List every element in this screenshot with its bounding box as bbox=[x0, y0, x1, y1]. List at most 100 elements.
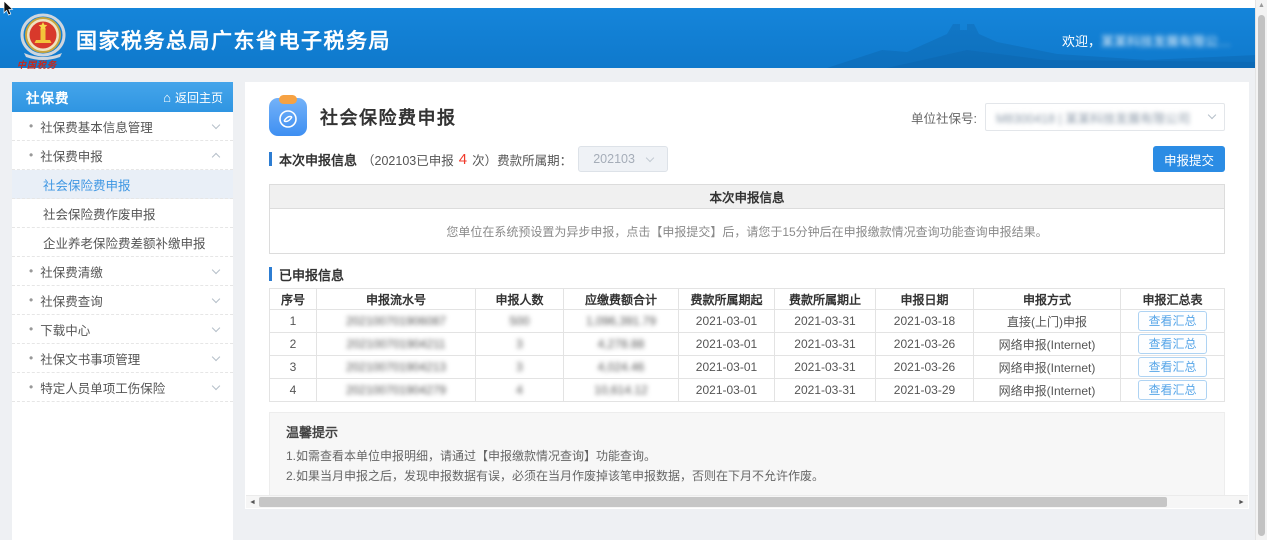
fee-period-select-disabled[interactable]: 202103 bbox=[578, 146, 668, 172]
cell-serial: 202100701904211 bbox=[317, 333, 476, 356]
bullet-icon: • bbox=[29, 380, 33, 394]
declare-count-suffix: 次）费款所属期： bbox=[472, 150, 572, 169]
cell-summary: 查看汇总 bbox=[1121, 379, 1225, 402]
submit-declaration-button[interactable]: 申报提交 bbox=[1153, 146, 1225, 172]
sidebar-item-special-injury-insurance[interactable]: • 特定人员单项工伤保险 bbox=[12, 373, 233, 402]
cell-method: 网络申报(Internet) bbox=[974, 356, 1121, 379]
view-summary-button[interactable]: 查看汇总 bbox=[1138, 357, 1206, 377]
col-header-date: 申报日期 bbox=[876, 289, 974, 310]
scroll-up-arrow-icon[interactable]: ▲ bbox=[1256, 2, 1267, 9]
cell-date: 2021-03-29 bbox=[876, 379, 974, 402]
sidebar-item-fee-declaration-group[interactable]: • 社保费申报 bbox=[12, 141, 233, 170]
declare-info-label: 本次申报信息 bbox=[279, 150, 357, 169]
accent-bar bbox=[269, 267, 272, 281]
async-declaration-message: 您单位在系统预设置为异步申报，点击【申报提交】后，请您于15分钟后在申报缴款情况… bbox=[270, 209, 1224, 253]
fee-period-value: 202103 bbox=[593, 152, 635, 166]
sidebar-title: 社保费 bbox=[26, 87, 163, 107]
table-header-row: 序号 申报流水号 申报人数 应缴费额合计 费款所属期起 费款所属期止 申报日期 … bbox=[270, 289, 1225, 310]
declared-info-section-row: 已申报信息 bbox=[269, 264, 1225, 284]
vertical-scrollbar-thumb[interactable] bbox=[1258, 15, 1265, 536]
cell-summary: 查看汇总 bbox=[1121, 310, 1225, 333]
cell-index: 2 bbox=[270, 333, 317, 356]
col-header-period-end: 费款所属期止 bbox=[775, 289, 876, 310]
cell-method: 网络申报(Internet) bbox=[974, 379, 1121, 402]
table-row: 1 202100701906087 500 1,096,391.79 2021-… bbox=[270, 310, 1225, 333]
cell-people: 4 bbox=[476, 379, 564, 402]
return-home-link[interactable]: ⌂ 返回主页 bbox=[163, 89, 223, 106]
sidebar-item-social-insurance-declaration[interactable]: 社会保险费申报 bbox=[12, 170, 233, 199]
scroll-left-arrow-icon[interactable]: ◄ bbox=[246, 499, 259, 506]
bullet-icon: • bbox=[29, 148, 33, 162]
chevron-down-icon bbox=[212, 323, 220, 331]
site-title: 国家税务总局广东省电子税务局 bbox=[76, 25, 391, 55]
cell-method: 直接(上门)申报 bbox=[974, 310, 1121, 333]
sidebar-item-basic-info-management[interactable]: • 社保费基本信息管理 bbox=[12, 112, 233, 141]
declared-info-label: 已申报信息 bbox=[279, 265, 344, 284]
view-summary-button[interactable]: 查看汇总 bbox=[1138, 334, 1206, 354]
bullet-icon: • bbox=[29, 119, 33, 133]
col-header-method: 申报方式 bbox=[974, 289, 1121, 310]
main-panel: 社会保险费申报 单位社保号: M8300418 | 某某科技发展有限公司 本次申… bbox=[245, 82, 1249, 509]
page-title: 社会保险费申报 bbox=[320, 104, 457, 130]
chevron-down-icon bbox=[212, 294, 220, 302]
cell-period-start: 2021-03-01 bbox=[679, 333, 775, 356]
page: 中国税务 国家税务总局广东省电子税务局 欢迎，某某科技发展有限公… ▲ 社保费 … bbox=[0, 0, 1267, 540]
cell-period-end: 2021-03-31 bbox=[775, 379, 876, 402]
sidebar-item-document-management[interactable]: • 社保文书事项管理 bbox=[12, 344, 233, 373]
scroll-right-arrow-icon[interactable]: ► bbox=[1235, 499, 1248, 506]
horizontal-scrollbar-thumb[interactable] bbox=[259, 497, 1167, 507]
chevron-down-icon bbox=[212, 120, 220, 128]
company-select[interactable]: M8300418 | 某某科技发展有限公司 bbox=[985, 103, 1225, 131]
col-header-summary: 申报汇总表 bbox=[1121, 289, 1225, 310]
cell-period-end: 2021-03-31 bbox=[775, 356, 876, 379]
cell-amount: 4,278.88 bbox=[564, 333, 679, 356]
sidebar-item-pension-difference-payment[interactable]: 企业养老保险费差额补缴申报 bbox=[12, 228, 233, 257]
chevron-down-icon bbox=[212, 352, 220, 360]
col-header-index: 序号 bbox=[270, 289, 317, 310]
cell-method: 网络申报(Internet) bbox=[974, 333, 1121, 356]
cell-date: 2021-03-18 bbox=[876, 310, 974, 333]
welcome-prefix: 欢迎， bbox=[1062, 34, 1101, 49]
horizontal-scrollbar-track[interactable] bbox=[259, 496, 1235, 508]
bullet-icon: • bbox=[29, 322, 33, 336]
company-select-value: M8300418 | 某某科技发展有限公司 bbox=[996, 108, 1190, 127]
sidebar-item-void-declaration[interactable]: 社会保险费作废申报 bbox=[12, 199, 233, 228]
page-title-row: 社会保险费申报 单位社保号: M8300418 | 某某科技发展有限公司 bbox=[269, 94, 1225, 140]
sidebar-item-fee-settlement[interactable]: • 社保费清缴 bbox=[12, 257, 233, 286]
sidebar-header: 社保费 ⌂ 返回主页 bbox=[12, 82, 233, 112]
declare-info-row: 本次申报信息 （202103已申报 4 次）费款所属期： 202103 申报提交 bbox=[269, 144, 1225, 174]
tips-title: 温馨提示 bbox=[286, 422, 1208, 441]
home-icon: ⌂ bbox=[163, 91, 171, 104]
page-vertical-scrollbar[interactable]: ▲ bbox=[1255, 0, 1267, 540]
bullet-icon: • bbox=[29, 351, 33, 365]
declared-records-table: 序号 申报流水号 申报人数 应缴费额合计 费款所属期起 费款所属期止 申报日期 … bbox=[269, 288, 1225, 402]
sidebar-item-fee-query[interactable]: • 社保费查询 bbox=[12, 286, 233, 315]
logo-caption: 中国税务 bbox=[17, 58, 57, 71]
view-summary-button[interactable]: 查看汇总 bbox=[1138, 311, 1206, 331]
tax-bureau-logo bbox=[18, 13, 68, 61]
cell-people: 500 bbox=[476, 310, 564, 333]
main-horizontal-scrollbar[interactable]: ◄ ► bbox=[246, 495, 1248, 508]
view-summary-button[interactable]: 查看汇总 bbox=[1138, 380, 1206, 400]
social-insurance-app-icon bbox=[269, 98, 307, 136]
bullet-icon: • bbox=[29, 264, 33, 278]
cell-summary: 查看汇总 bbox=[1121, 356, 1225, 379]
cell-date: 2021-03-26 bbox=[876, 333, 974, 356]
col-header-serial: 申报流水号 bbox=[317, 289, 476, 310]
cell-amount: 4,024.46 bbox=[564, 356, 679, 379]
accent-bar bbox=[269, 152, 272, 166]
sidebar-item-download-center[interactable]: • 下载中心 bbox=[12, 315, 233, 344]
cell-amount: 10,614.12 bbox=[564, 379, 679, 402]
declare-count-prefix: （202103已申报 bbox=[362, 150, 454, 169]
cell-period-end: 2021-03-31 bbox=[775, 310, 876, 333]
top-strip bbox=[0, 0, 1267, 8]
cell-index: 3 bbox=[270, 356, 317, 379]
chevron-down-icon bbox=[646, 154, 654, 162]
table-row: 4 202100701904279 4 10,614.12 2021-03-01… bbox=[270, 379, 1225, 402]
table-row: 3 202100701904213 3 4,024.46 2021-03-01 … bbox=[270, 356, 1225, 379]
cell-period-start: 2021-03-01 bbox=[679, 310, 775, 333]
mouse-cursor-icon bbox=[3, 1, 14, 16]
welcome-username: 某某科技发展有限公… bbox=[1101, 34, 1231, 49]
return-home-label: 返回主页 bbox=[175, 89, 223, 106]
cell-people: 3 bbox=[476, 356, 564, 379]
